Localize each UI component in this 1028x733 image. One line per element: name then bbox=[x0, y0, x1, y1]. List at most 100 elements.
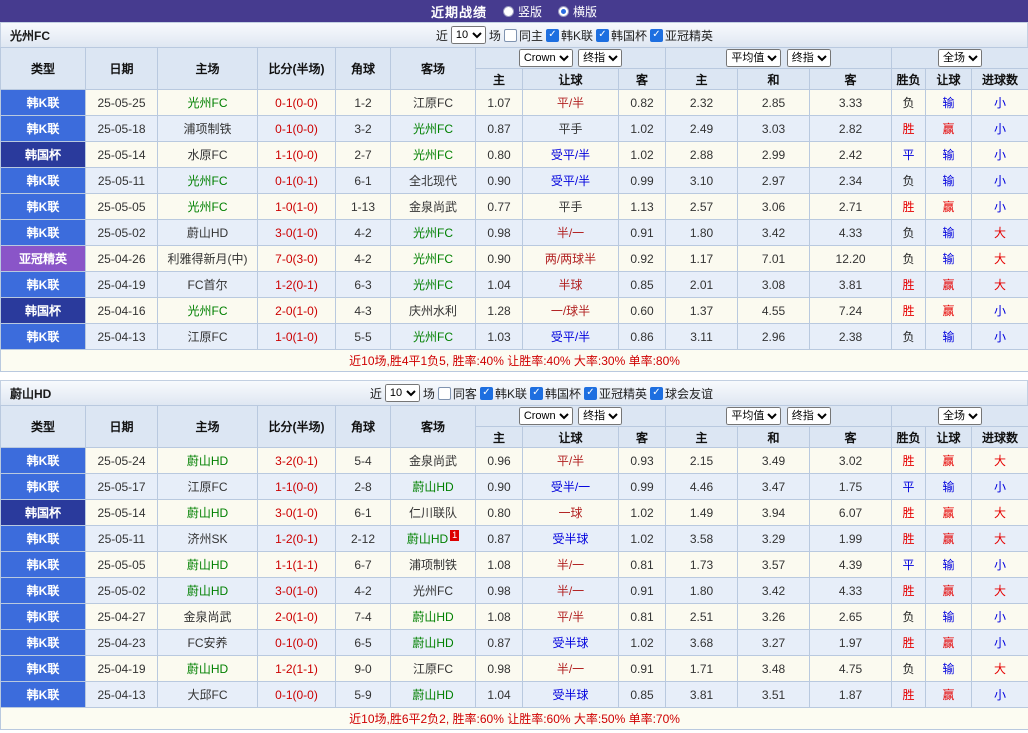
home-team[interactable]: 江原FC bbox=[157, 323, 258, 350]
match-score[interactable]: 3-0(1-0) bbox=[257, 499, 336, 526]
match-score[interactable]: 1-0(1-0) bbox=[257, 323, 336, 350]
scope-select[interactable]: 全场 bbox=[938, 49, 983, 67]
home-team[interactable]: 江原FC bbox=[157, 473, 258, 500]
league-filter[interactable]: ✓ 韩国杯 bbox=[529, 385, 581, 402]
away-team[interactable]: 蔚山HD bbox=[390, 603, 476, 630]
match-score[interactable]: 3-2(0-1) bbox=[257, 447, 336, 474]
venue-filter[interactable]: ✓ 同主 bbox=[503, 27, 543, 44]
goals-result: 大 bbox=[971, 447, 1028, 474]
home-team[interactable]: 蔚山HD bbox=[157, 499, 258, 526]
away-team[interactable]: 江原FC bbox=[390, 89, 476, 116]
radio-selected-icon[interactable] bbox=[558, 5, 569, 17]
avg-home: 2.15 bbox=[665, 447, 739, 474]
away-team[interactable]: 蔚山HD 1 bbox=[390, 525, 476, 552]
away-team[interactable]: 庆州水利 bbox=[390, 297, 476, 324]
home-team[interactable]: 光州FC bbox=[157, 297, 258, 324]
venue-filter[interactable]: ✓ 同客 bbox=[437, 385, 477, 402]
away-team[interactable]: 光州FC bbox=[390, 219, 476, 246]
away-team[interactable]: 光州FC bbox=[390, 115, 476, 142]
away-team[interactable]: 蔚山HD bbox=[390, 681, 476, 708]
home-team[interactable]: 浦项制铁 bbox=[157, 115, 258, 142]
avg-source-select[interactable]: 平均值 bbox=[726, 407, 782, 425]
recent-count-select[interactable]: 10 bbox=[450, 26, 486, 44]
match-score[interactable]: 1-2(0-1) bbox=[257, 271, 336, 298]
odds-stage-select[interactable]: 终指 bbox=[578, 49, 623, 67]
layout-option-vertical[interactable]: 竖版 bbox=[502, 3, 542, 20]
checkbox-checked-icon[interactable]: ✓ bbox=[583, 386, 597, 400]
home-team[interactable]: 光州FC bbox=[157, 193, 258, 220]
match-score[interactable]: 1-1(1-1) bbox=[257, 551, 336, 578]
match-score[interactable]: 2-0(1-0) bbox=[257, 297, 336, 324]
league-filter[interactable]: ✓ 韩K联 bbox=[479, 385, 527, 402]
match-result: 胜 bbox=[891, 681, 927, 708]
avg-source-select[interactable]: 平均值 bbox=[726, 49, 782, 67]
league-filter[interactable]: ✓ 韩K联 bbox=[545, 27, 593, 44]
layout-option-horizontal[interactable]: 横版 bbox=[558, 3, 597, 20]
avg-stage-select[interactable]: 终指 bbox=[786, 49, 831, 67]
odds-company-select[interactable]: Crown bbox=[518, 407, 573, 425]
away-team[interactable]: 光州FC bbox=[390, 245, 476, 272]
odds-stage-select[interactable]: 终指 bbox=[578, 407, 623, 425]
subcol-avg-home: 主 bbox=[665, 68, 739, 90]
goals-result: 小 bbox=[971, 115, 1028, 142]
home-team[interactable]: FC安养 bbox=[157, 629, 258, 656]
home-team[interactable]: 金泉尚武 bbox=[157, 603, 258, 630]
away-team[interactable]: 仁川联队 bbox=[390, 499, 476, 526]
checkbox-unchecked-icon[interactable]: ✓ bbox=[503, 28, 517, 42]
checkbox-checked-icon[interactable]: ✓ bbox=[595, 28, 609, 42]
recent-count-select[interactable]: 10 bbox=[384, 384, 420, 402]
checkbox-checked-icon[interactable]: ✓ bbox=[529, 386, 543, 400]
match-score[interactable]: 3-0(1-0) bbox=[257, 577, 336, 604]
away-team[interactable]: 蔚山HD bbox=[390, 473, 476, 500]
checkbox-unchecked-icon[interactable]: ✓ bbox=[437, 386, 451, 400]
radio-unselected-icon[interactable] bbox=[502, 5, 514, 17]
home-team[interactable]: 大邱FC bbox=[157, 681, 258, 708]
home-team[interactable]: 蔚山HD bbox=[157, 551, 258, 578]
match-score[interactable]: 0-1(0-1) bbox=[257, 167, 336, 194]
handicap: 受平/半 bbox=[522, 141, 619, 168]
match-score[interactable]: 0-1(0-0) bbox=[257, 89, 336, 116]
home-team[interactable]: 蔚山HD bbox=[157, 219, 258, 246]
league-filter[interactable]: ✓ 球会友谊 bbox=[649, 385, 713, 402]
scope-select[interactable]: 全场 bbox=[938, 407, 983, 425]
match-score[interactable]: 0-1(0-0) bbox=[257, 681, 336, 708]
home-team[interactable]: FC首尔 bbox=[157, 271, 258, 298]
away-team[interactable]: 金泉尚武 bbox=[390, 447, 476, 474]
away-team[interactable]: 金泉尚武 bbox=[390, 193, 476, 220]
home-team[interactable]: 光州FC bbox=[157, 89, 258, 116]
match-score[interactable]: 2-0(1-0) bbox=[257, 603, 336, 630]
match-score[interactable]: 1-1(0-0) bbox=[257, 473, 336, 500]
home-team[interactable]: 蔚山HD bbox=[157, 447, 258, 474]
odds-company-select[interactable]: Crown bbox=[518, 49, 573, 67]
away-team[interactable]: 光州FC bbox=[390, 141, 476, 168]
match-score[interactable]: 1-2(1-1) bbox=[257, 655, 336, 682]
match-score[interactable]: 1-0(1-0) bbox=[257, 193, 336, 220]
away-team[interactable]: 光州FC bbox=[390, 323, 476, 350]
checkbox-checked-icon[interactable]: ✓ bbox=[479, 386, 493, 400]
match-score[interactable]: 0-1(0-0) bbox=[257, 629, 336, 656]
match-score[interactable]: 3-0(1-0) bbox=[257, 219, 336, 246]
home-team[interactable]: 蔚山HD bbox=[157, 577, 258, 604]
match-score[interactable]: 7-0(3-0) bbox=[257, 245, 336, 272]
home-team[interactable]: 水原FC bbox=[157, 141, 258, 168]
checkbox-checked-icon[interactable]: ✓ bbox=[545, 28, 559, 42]
home-team[interactable]: 济州SK bbox=[157, 525, 258, 552]
away-team[interactable]: 全北现代 bbox=[390, 167, 476, 194]
avg-stage-select[interactable]: 终指 bbox=[786, 407, 831, 425]
league-filter[interactable]: ✓ 亚冠精英 bbox=[649, 27, 713, 44]
away-team[interactable]: 蔚山HD bbox=[390, 629, 476, 656]
checkbox-checked-icon[interactable]: ✓ bbox=[649, 386, 663, 400]
away-team[interactable]: 浦项制铁 bbox=[390, 551, 476, 578]
away-team[interactable]: 江原FC bbox=[390, 655, 476, 682]
league-filter[interactable]: ✓ 韩国杯 bbox=[595, 27, 647, 44]
checkbox-checked-icon[interactable]: ✓ bbox=[649, 28, 663, 42]
home-team[interactable]: 利雅得新月(中) bbox=[157, 245, 258, 272]
away-team[interactable]: 光州FC bbox=[390, 271, 476, 298]
match-score[interactable]: 1-2(0-1) bbox=[257, 525, 336, 552]
league-filter[interactable]: ✓ 亚冠精英 bbox=[583, 385, 647, 402]
match-score[interactable]: 1-1(0-0) bbox=[257, 141, 336, 168]
home-team[interactable]: 蔚山HD bbox=[157, 655, 258, 682]
away-team[interactable]: 光州FC bbox=[390, 577, 476, 604]
match-score[interactable]: 0-1(0-0) bbox=[257, 115, 336, 142]
home-team[interactable]: 光州FC bbox=[157, 167, 258, 194]
